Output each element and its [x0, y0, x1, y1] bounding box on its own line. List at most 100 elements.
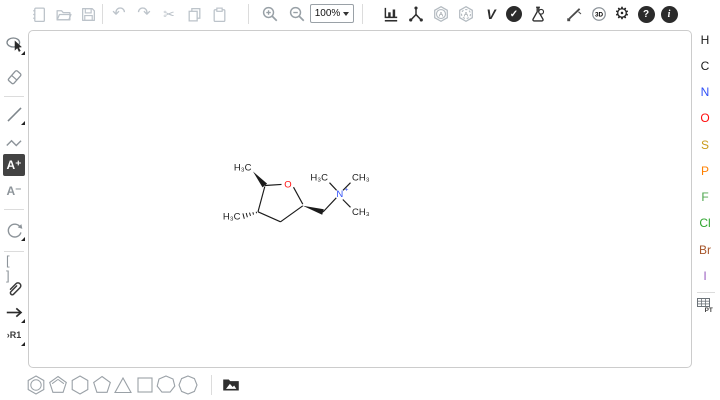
svg-text:PT: PT	[705, 307, 713, 314]
chain-icon	[5, 133, 24, 152]
save-button[interactable]	[78, 3, 98, 25]
3d-viewer-icon: 3D	[590, 5, 608, 23]
atom-button-i[interactable]: I	[692, 267, 718, 285]
undo-icon: ↶	[112, 6, 125, 22]
reaction-arrow-tool[interactable]	[3, 301, 25, 323]
drawing-canvas[interactable]	[28, 30, 692, 368]
toolbar-separator	[4, 209, 24, 210]
atom-button-s[interactable]: S	[692, 136, 718, 154]
dearomatize-button[interactable]: A	[456, 3, 476, 25]
paste-button[interactable]	[209, 3, 229, 25]
toolbar-separator	[211, 375, 212, 395]
cyclopentane-template-button[interactable]	[91, 374, 113, 396]
atom-button-h[interactable]: H	[692, 31, 718, 49]
cyclooctane-template-button[interactable]	[177, 374, 199, 396]
toolbar-separator	[4, 251, 24, 252]
cyclopropane-template-icon	[112, 374, 134, 396]
calculated-values-button[interactable]	[528, 3, 548, 25]
redo-button[interactable]: ↷	[134, 3, 154, 25]
single-bond-tool[interactable]	[3, 103, 25, 125]
svg-text:A: A	[464, 11, 469, 18]
sgroup-tool[interactable]: [ ]	[3, 257, 25, 279]
settings-gear-icon: ⚙	[614, 5, 629, 22]
periodic-table-button[interactable]: PT	[692, 296, 718, 314]
aromatize-button[interactable]: A	[431, 3, 451, 25]
atom-button-p[interactable]: P	[692, 162, 718, 180]
dropdown-corner	[21, 237, 25, 241]
template-toolbar	[0, 372, 720, 400]
new-document-button[interactable]	[28, 3, 48, 25]
about-icon: i	[661, 6, 678, 23]
lasso-selection-tool[interactable]	[3, 33, 25, 55]
template-library-button[interactable]	[220, 374, 242, 396]
aromatize-icon: A	[432, 5, 450, 23]
atom-button-n[interactable]: N	[692, 83, 718, 101]
caret-down-icon	[343, 12, 349, 16]
layout-button[interactable]	[381, 3, 401, 25]
help-button[interactable]: ?	[636, 3, 656, 25]
layout-icon	[382, 5, 400, 23]
clean-up-button[interactable]	[406, 3, 426, 25]
cyclobutane-template-icon	[134, 374, 156, 396]
copy-button[interactable]	[184, 3, 204, 25]
template-library-icon	[221, 375, 241, 395]
dropdown-corner	[21, 51, 25, 55]
clean-up-icon	[407, 5, 425, 23]
atom-button-br[interactable]: Br	[692, 241, 718, 259]
open-icon	[55, 6, 72, 23]
chemical-editor-window: ↶ ↷ ✂ 100% A A	[0, 0, 720, 400]
atom-button-o[interactable]: O	[692, 109, 718, 127]
chain-tool[interactable]	[3, 131, 25, 153]
atom-button-f[interactable]: F	[692, 188, 718, 206]
charge-plus-icon: A⁺	[7, 158, 22, 172]
zoom-level-dropdown[interactable]: 100%	[310, 4, 354, 23]
top-toolbar: ↶ ↷ ✂ 100% A A	[0, 0, 720, 30]
cycloheptane-template-button[interactable]	[155, 374, 177, 396]
cyclohexane-template-button[interactable]	[69, 374, 91, 396]
cyclobutane-template-button[interactable]	[134, 374, 156, 396]
recognize-icon	[565, 5, 583, 23]
charge-plus-tool[interactable]: A⁺	[3, 154, 25, 176]
check-structure-icon: ✓	[506, 6, 522, 22]
toolbar-separator	[697, 292, 715, 293]
cyclopentadiene-template-button[interactable]	[47, 374, 69, 396]
attach-icon	[5, 279, 24, 298]
toolbar-separator	[248, 4, 249, 24]
recognize-button[interactable]	[564, 3, 584, 25]
zoom-in-button[interactable]	[260, 3, 280, 25]
periodic-table-icon: PT	[696, 296, 714, 314]
3d-viewer-button[interactable]: 3D	[589, 3, 609, 25]
check-structure-button[interactable]: ✓	[504, 3, 524, 25]
dearomatize-icon: A	[457, 5, 475, 23]
settings-button[interactable]: ⚙	[612, 2, 632, 24]
svg-text:A: A	[439, 11, 444, 18]
erase-tool[interactable]	[3, 65, 25, 87]
charge-minus-tool[interactable]: A⁻	[3, 180, 25, 202]
attach-tool[interactable]	[3, 277, 25, 299]
benzene-template-button[interactable]	[25, 374, 47, 396]
cut-button[interactable]: ✂	[159, 3, 179, 25]
cyclopentane-template-icon	[91, 374, 113, 396]
new-document-icon	[30, 6, 47, 23]
calculate-cip-button[interactable]: V	[481, 3, 501, 25]
paste-icon	[211, 6, 228, 23]
rgroup-tool[interactable]: ›R1	[3, 324, 25, 346]
zoom-out-icon	[288, 5, 306, 23]
toolbar-separator	[102, 4, 103, 24]
cycloheptane-template-icon	[155, 374, 177, 396]
open-button[interactable]	[53, 3, 73, 25]
atom-button-cl[interactable]: Cl	[692, 214, 718, 232]
cut-icon: ✂	[163, 7, 175, 21]
about-button[interactable]: i	[659, 3, 679, 25]
cyclohexane-template-icon	[69, 374, 91, 396]
benzene-template-icon	[25, 374, 47, 396]
cyclopropane-template-button[interactable]	[112, 374, 134, 396]
zoom-out-button[interactable]	[287, 3, 307, 25]
save-icon	[80, 6, 97, 23]
rotate-tool[interactable]	[3, 219, 25, 241]
calculated-values-icon	[529, 5, 547, 23]
dropdown-corner	[21, 319, 25, 323]
dropdown-corner	[21, 342, 25, 346]
undo-button[interactable]: ↶	[109, 3, 129, 25]
atom-button-c[interactable]: C	[692, 57, 718, 75]
